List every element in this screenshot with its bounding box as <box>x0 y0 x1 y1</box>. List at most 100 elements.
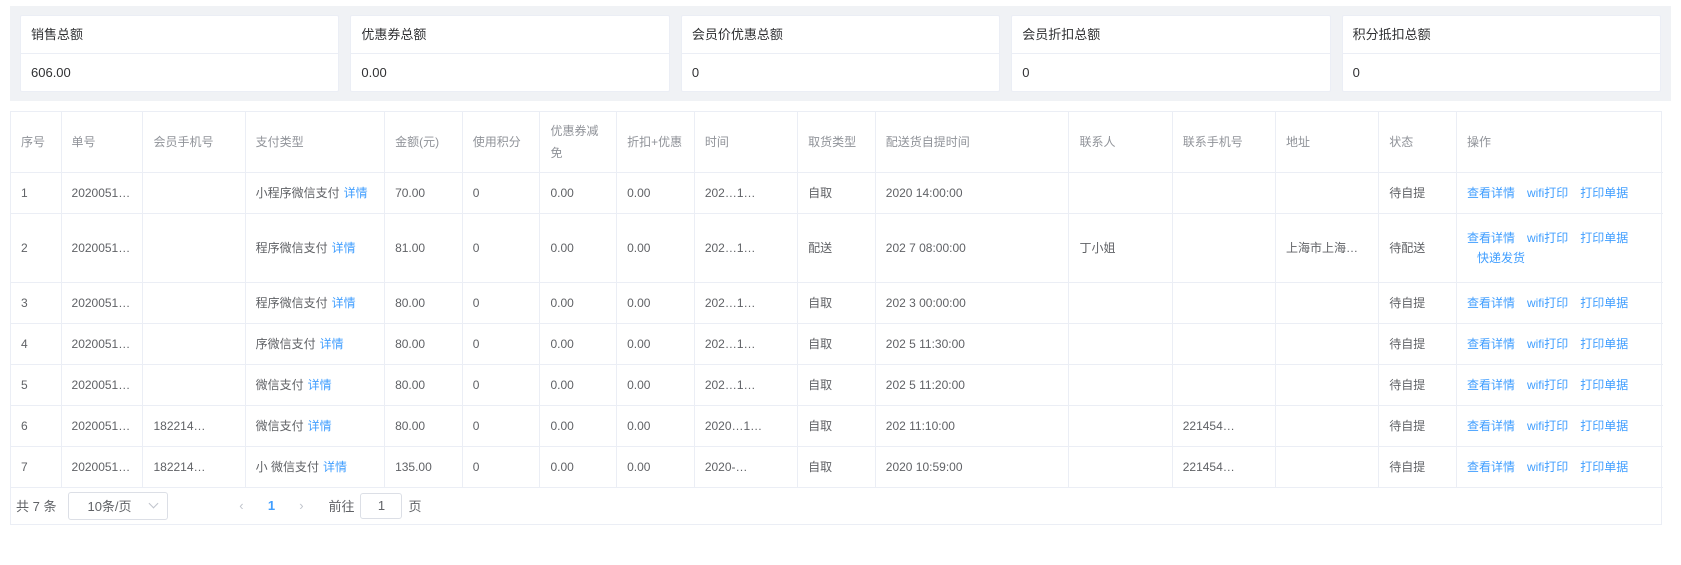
cell-delivery-time: 202 5 11:20:00 <box>875 364 1070 406</box>
cell-status: 待配送 <box>1378 213 1457 283</box>
cell-pay-type-text: 小程序微信支付 <box>255 186 340 200</box>
wifi-print-link[interactable]: wifi打印 <box>1527 186 1568 200</box>
next-page-button[interactable]: › <box>286 492 316 520</box>
summary-card-title: 会员折扣总额 <box>1012 16 1330 54</box>
cell-pay-type-text: 小 微信支付 <box>255 460 319 474</box>
table-row: 7 2020051… 182214… 小 微信支付 详情 135.00 0 0.00 0.00 2… <box>11 446 1663 488</box>
cell-order-no-text: 2020051… <box>71 295 131 310</box>
cell-actions: 查看详情 wifi打印 打印单据 <box>1456 172 1663 214</box>
cell-actions: 查看详情 wifi打印 打印单据 <box>1456 446 1663 488</box>
cell-pay-type: 微信支付 详情 <box>245 405 386 447</box>
cell-time-text: 202…1… <box>704 377 756 392</box>
column-header: 序号 <box>11 112 62 173</box>
cell-points-text: 0 <box>472 185 480 200</box>
cell-coupon-text: 0.00 <box>550 459 574 474</box>
cell-delivery-time-text: 202 5 11:20:00 <box>885 377 965 392</box>
cell-contact-phone <box>1172 364 1276 406</box>
cell-amount: 70.00 <box>384 172 463 214</box>
summary-card-sales: 销售总额 606.00 <box>20 15 340 92</box>
column-header: 使用积分 <box>462 112 541 173</box>
goto-page-input[interactable] <box>360 492 403 519</box>
pay-detail-link[interactable]: 详情 <box>332 296 356 310</box>
cell-discount: 0.00 <box>616 282 695 324</box>
cell-time-text: 2020-… <box>704 459 748 474</box>
print-receipt-link[interactable]: 打印单据 <box>1580 378 1628 392</box>
print-receipt-link[interactable]: 打印单据 <box>1580 231 1628 245</box>
cell-pay-type: 程序微信支付 详情 <box>245 213 386 283</box>
cell-points-text: 0 <box>472 418 480 433</box>
view-details-link[interactable]: 查看详情 <box>1467 378 1515 392</box>
page-size-select[interactable]: 10条/页 <box>68 491 169 520</box>
view-details-link[interactable]: 查看详情 <box>1467 419 1515 433</box>
cell-address <box>1275 405 1380 447</box>
print-receipt-link[interactable]: 打印单据 <box>1580 460 1628 474</box>
view-details-link[interactable]: 查看详情 <box>1467 296 1515 310</box>
cell-delivery-time: 202 7 08:00:00 <box>875 213 1070 283</box>
cell-discount-text: 0.00 <box>627 336 651 351</box>
cell-points: 0 <box>462 213 541 283</box>
cell-member-phone <box>142 323 246 365</box>
cell-member-phone <box>142 364 246 406</box>
cell-time: 202…1… <box>694 323 799 365</box>
summary-card-member-discount: 会员折扣总额 0 <box>1011 15 1331 92</box>
wifi-print-link[interactable]: wifi打印 <box>1527 296 1568 310</box>
print-receipt-link[interactable]: 打印单据 <box>1580 186 1628 200</box>
summary-card-value: 0 <box>1352 65 1360 80</box>
cell-discount: 0.00 <box>616 405 695 447</box>
chevron-right-icon: › <box>299 498 304 513</box>
cell-delivery-time: 202 5 11:30:00 <box>875 323 1070 365</box>
cell-discount-text: 0.00 <box>627 418 651 433</box>
pay-detail-link[interactable]: 详情 <box>323 460 347 474</box>
cell-amount: 80.00 <box>384 282 463 324</box>
cell-discount: 0.00 <box>616 323 695 365</box>
cell-amount: 80.00 <box>384 364 463 406</box>
cell-amount-text: 80.00 <box>395 418 426 433</box>
cell-discount-text: 0.00 <box>627 377 651 392</box>
cell-coupon: 0.00 <box>539 282 618 324</box>
pay-detail-link[interactable]: 详情 <box>332 241 356 255</box>
wifi-print-link[interactable]: wifi打印 <box>1527 460 1568 474</box>
cell-pay-type-text: 序微信支付 <box>255 337 316 351</box>
wifi-print-link[interactable]: wifi打印 <box>1527 337 1568 351</box>
print-receipt-link[interactable]: 打印单据 <box>1580 296 1628 310</box>
cell-order-no-text: 2020051… <box>71 459 131 474</box>
print-receipt-link[interactable]: 打印单据 <box>1580 419 1628 433</box>
cell-time: 202…1… <box>694 172 799 214</box>
cell-discount-text: 0.00 <box>627 295 651 310</box>
cell-index-text: 4 <box>21 336 28 351</box>
cell-index-text: 6 <box>21 418 28 433</box>
page-number-1[interactable]: 1 <box>256 492 286 520</box>
view-details-link[interactable]: 查看详情 <box>1467 231 1515 245</box>
prev-page-button[interactable]: ‹ <box>226 492 256 520</box>
table-row: 2 2020051… 程序微信支付 详情 81.00 0 0.00 0.00 202…1… 配送 2… <box>11 213 1663 283</box>
view-details-link[interactable]: 查看详情 <box>1467 460 1515 474</box>
view-details-link[interactable]: 查看详情 <box>1467 186 1515 200</box>
cell-amount-text: 81.00 <box>395 240 426 255</box>
cell-member-phone <box>142 282 246 324</box>
view-details-link[interactable]: 查看详情 <box>1467 337 1515 351</box>
cell-pickup-type-text: 自取 <box>808 186 833 200</box>
cell-status-text: 待自提 <box>1389 460 1426 474</box>
wifi-print-link[interactable]: wifi打印 <box>1527 378 1568 392</box>
wifi-print-link[interactable]: wifi打印 <box>1527 419 1568 433</box>
cell-time-text: 2020…1… <box>704 418 763 433</box>
cell-status: 待自提 <box>1378 172 1457 214</box>
table-row: 4 2020051… 序微信支付 详情 80.00 0 0.00 0.00 202…1… 自取 20… <box>11 323 1663 365</box>
cell-coupon-text: 0.00 <box>550 295 574 310</box>
pay-detail-link[interactable]: 详情 <box>344 186 368 200</box>
summary-card-title: 会员价优惠总额 <box>681 16 1000 54</box>
cell-pickup-type: 自取 <box>797 405 876 447</box>
print-receipt-link[interactable]: 打印单据 <box>1580 337 1628 351</box>
pay-detail-link[interactable]: 详情 <box>308 419 332 433</box>
cell-coupon: 0.00 <box>539 405 618 447</box>
cell-coupon: 0.00 <box>539 323 618 365</box>
pay-detail-link[interactable]: 详情 <box>320 337 344 351</box>
column-header: 优惠券减免 <box>539 112 618 173</box>
cell-delivery-time-text: 2020 14:00:00 <box>885 185 963 200</box>
column-header: 配送货自提时间 <box>875 112 1070 173</box>
wifi-print-link[interactable]: wifi打印 <box>1527 231 1568 245</box>
express-ship-link[interactable]: 快递发货 <box>1477 251 1525 265</box>
cell-order-no-text: 2020051… <box>71 185 131 200</box>
column-header: 取货类型 <box>797 112 876 173</box>
pay-detail-link[interactable]: 详情 <box>308 378 332 392</box>
